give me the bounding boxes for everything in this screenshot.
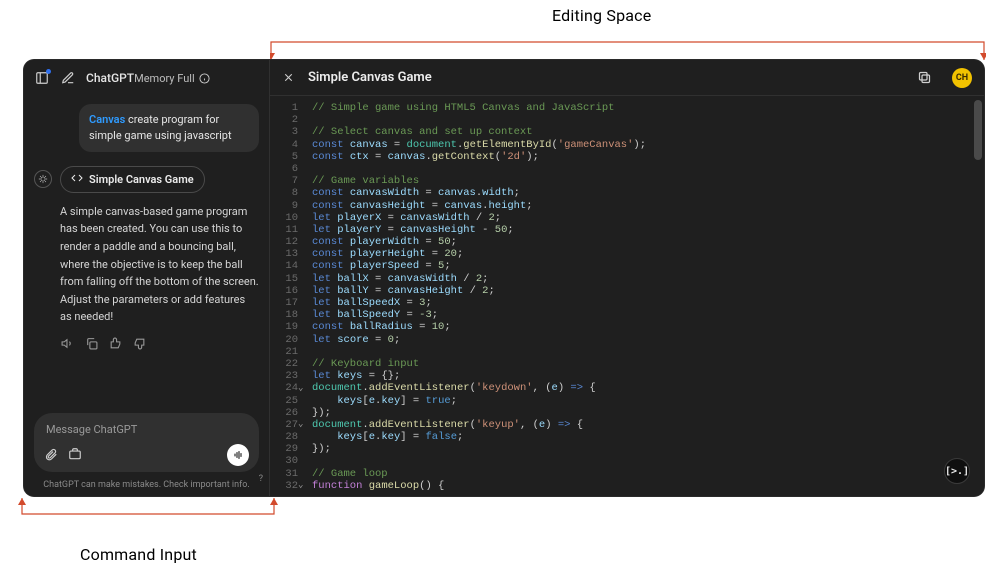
tools-icon[interactable] (68, 446, 82, 465)
assistant-text: A simple canvas-based game program has b… (60, 203, 259, 326)
editor-header: Simple Canvas Game CH (270, 60, 984, 96)
assistant-avatar-icon (34, 170, 52, 188)
voice-button[interactable] (227, 444, 249, 466)
app-window: ChatGPT Memory Full Canvas create progra… (24, 60, 984, 496)
canvas-chip-label: Simple Canvas Game (89, 173, 194, 186)
line-gutter: 1234567891011121314151617181920212223242… (270, 102, 306, 492)
callout-bracket-top (270, 30, 986, 62)
editor-panel: Simple Canvas Game CH 123456789101112131… (270, 60, 984, 496)
thumbs-down-icon[interactable] (132, 336, 146, 350)
disclaimer: ChatGPT can make mistakes. Check importa… (24, 476, 269, 496)
thumbs-up-icon[interactable] (108, 336, 122, 350)
fold-caret-icon[interactable]: ⌄ (298, 480, 303, 490)
chat-header: ChatGPT Memory Full (24, 60, 269, 96)
fold-caret-icon[interactable]: ⌄ (298, 383, 303, 393)
composer-box[interactable]: Message ChatGPT (34, 413, 259, 472)
vertical-scrollbar[interactable] (974, 100, 982, 484)
callout-editing-space: Editing Space (552, 6, 651, 25)
read-aloud-icon[interactable] (60, 336, 74, 350)
code-lines[interactable]: // Simple game using HTML5 Canvas and Ja… (312, 102, 966, 492)
code-icon (71, 172, 83, 187)
new-chat-icon[interactable] (60, 70, 76, 86)
user-message: Canvas create program for simple game us… (79, 104, 259, 152)
toggle-sidebar-icon[interactable] (34, 70, 50, 86)
composer-input[interactable]: Message ChatGPT (44, 421, 249, 444)
callout-command-input: Command Input (80, 545, 197, 564)
scrollbar-thumb[interactable] (974, 100, 982, 160)
user-avatar[interactable]: CH (952, 68, 972, 88)
help-icon[interactable]: ? (259, 474, 263, 484)
messages: Canvas create program for simple game us… (24, 96, 269, 405)
assistant-message: Simple Canvas Game A simple canvas-based… (34, 166, 259, 350)
message-actions (60, 336, 259, 350)
copy-icon[interactable] (84, 336, 98, 350)
info-icon[interactable] (199, 72, 211, 84)
editor-title: Simple Canvas Game (308, 70, 432, 85)
chat-panel: ChatGPT Memory Full Canvas create progra… (24, 60, 270, 496)
code-area[interactable]: 1234567891011121314151617181920212223242… (270, 96, 984, 496)
memory-badge[interactable]: Memory Full (134, 72, 195, 85)
attach-icon[interactable] (44, 446, 58, 465)
callout-bracket-bottom (18, 496, 278, 524)
composer: Message ChatGPT (24, 405, 269, 476)
user-message-highlight: Canvas (89, 113, 125, 126)
copy-to-clipboard-icon[interactable] (916, 70, 932, 86)
fold-caret-icon[interactable]: ⌄ (298, 419, 303, 429)
chat-title: ChatGPT (86, 71, 134, 85)
run-button[interactable]: [>.] (944, 458, 970, 484)
close-icon[interactable] (282, 71, 296, 85)
canvas-chip[interactable]: Simple Canvas Game (60, 166, 205, 193)
